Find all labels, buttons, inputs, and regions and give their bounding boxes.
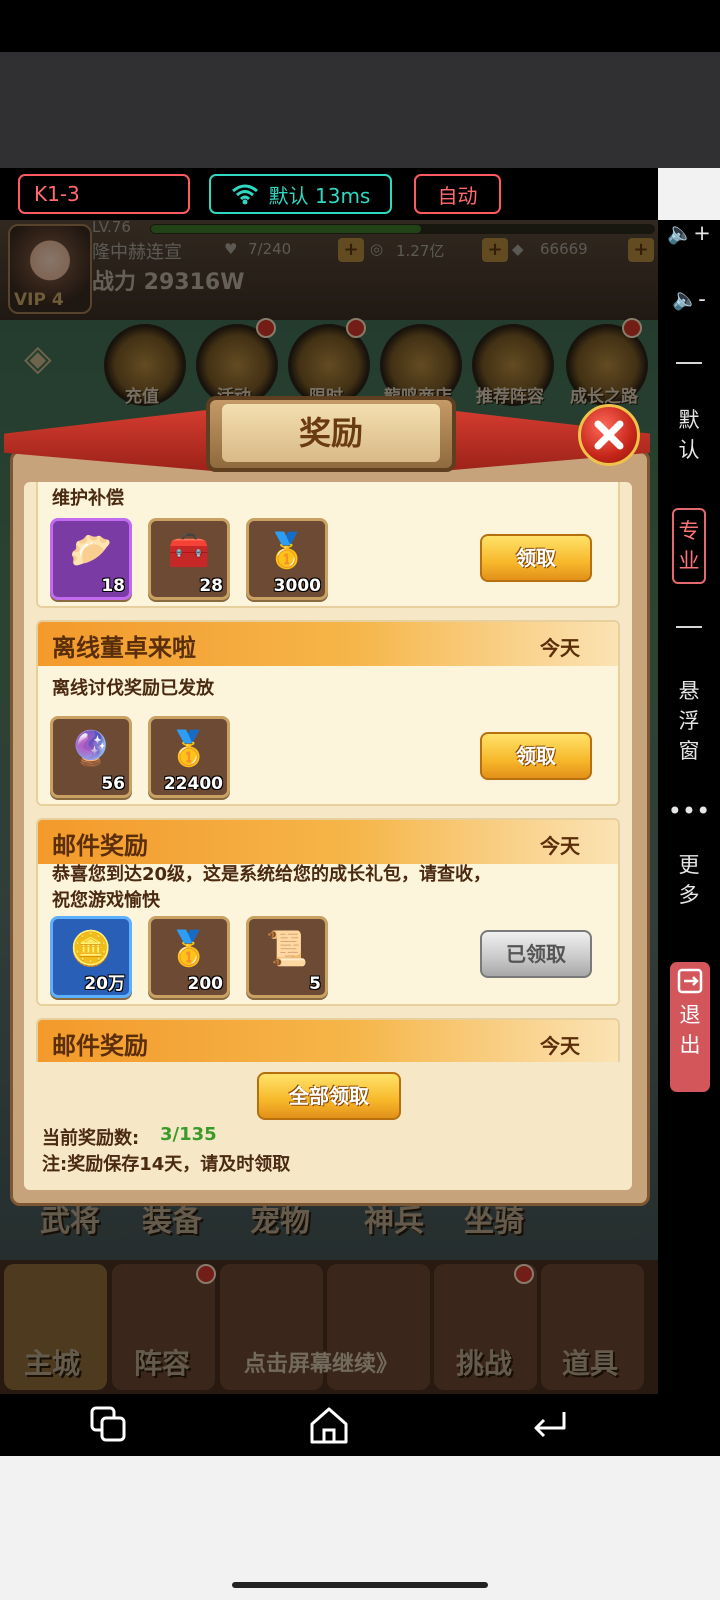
home-icon[interactable] xyxy=(306,1402,352,1448)
reward-item[interactable]: 📜 5 xyxy=(246,916,328,998)
auto-button[interactable]: 自动 xyxy=(414,174,501,214)
reward-count-label: 当前奖励数: xyxy=(42,1128,140,1149)
exit-button[interactable]: 退出 xyxy=(670,962,710,1092)
network-pill[interactable]: 默认 13ms xyxy=(209,174,392,214)
claim-all-button[interactable]: 全部领取 xyxy=(257,1072,401,1120)
level-label: K1-3 xyxy=(34,182,80,206)
bottom-letterbox xyxy=(0,1456,720,1600)
reward-qty: 20万 xyxy=(84,974,125,994)
reward-item[interactable]: 🥇 22400 xyxy=(148,716,230,798)
pro-quality-label: 专业 xyxy=(678,519,700,573)
mail-title: 邮件奖励 xyxy=(52,832,148,860)
pro-quality-button[interactable]: 专业 xyxy=(672,508,706,584)
side-divider xyxy=(676,626,702,628)
volume-down-icon[interactable]: 🔈- xyxy=(658,284,720,314)
reward-item[interactable]: 🥇 3000 xyxy=(246,518,328,600)
mail-date: 今天 xyxy=(540,636,580,660)
dialog-title: 奖励 xyxy=(298,414,363,452)
reward-qty: 56 xyxy=(101,774,125,794)
mail-list[interactable]: 维护补偿 🥟 18 🧰 28 🥇 3000 领取 离线董卓来啦 今天 离线讨伐奖… xyxy=(36,482,621,1062)
purple-orb-icon: 🔮 xyxy=(69,729,113,769)
reward-item[interactable]: 🧰 28 xyxy=(148,518,230,600)
gold-ingot-icon: 🥇 xyxy=(167,929,211,969)
reward-qty: 5 xyxy=(309,974,321,994)
mail-card: 离线董卓来啦 今天 离线讨伐奖励已发放 🔮 56 🥇 22400 领取 xyxy=(36,620,620,806)
reward-item[interactable]: 🥇 200 xyxy=(148,916,230,998)
more-button[interactable]: 更多 xyxy=(658,850,720,910)
claim-button[interactable]: 领取 xyxy=(480,534,592,582)
exit-label: 退出 xyxy=(679,1003,701,1057)
back-icon[interactable] xyxy=(526,1402,572,1448)
reward-item[interactable]: 🪙 20万 xyxy=(50,916,132,998)
treasure-chest-icon: 🧰 xyxy=(167,531,211,571)
floating-window-button[interactable]: 悬浮窗 xyxy=(658,676,720,766)
mail-date: 今天 xyxy=(540,1034,580,1058)
network-label: 默认 13ms xyxy=(268,183,371,208)
level-pill[interactable]: K1-3 xyxy=(18,174,190,214)
mail-desc: 维护补偿 xyxy=(52,488,124,509)
reward-item[interactable]: 🥟 18 xyxy=(50,518,132,600)
side-divider xyxy=(676,362,702,364)
volume-up-icon[interactable]: 🔈+ xyxy=(658,218,720,248)
copper-coin-icon: 🪙 xyxy=(69,929,113,969)
mail-title: 邮件奖励 xyxy=(52,1032,148,1060)
more-dots-icon[interactable]: ••• xyxy=(658,796,720,826)
mail-card: 维护补偿 🥟 18 🧰 28 🥇 3000 领取 xyxy=(36,482,620,608)
reward-qty: 28 xyxy=(199,576,223,596)
mail-card: 邮件奖励 今天 xyxy=(36,1018,620,1062)
reward-qty: 200 xyxy=(187,974,224,994)
claimed-button[interactable]: 已领取 xyxy=(480,930,592,978)
mail-desc: 离线讨伐奖励已发放 xyxy=(52,678,214,699)
reward-qty: 22400 xyxy=(163,774,223,794)
mail-desc: 恭喜您到达20级，这是系统给您的成长礼包，请查收， 祝您游戏愉快 xyxy=(52,864,492,911)
reward-qty: 18 xyxy=(101,576,125,596)
status-bar xyxy=(0,0,720,52)
exit-icon xyxy=(677,968,703,994)
steamed-bun-icon: 🥟 xyxy=(69,531,113,571)
gold-ingot-icon: 🥇 xyxy=(167,729,211,769)
mail-title: 离线董卓来啦 xyxy=(52,634,196,662)
default-quality-label: 默认 xyxy=(678,408,700,462)
more-label: 更多 xyxy=(678,853,700,907)
mail-date: 今天 xyxy=(540,834,580,858)
reward-qty: 3000 xyxy=(273,576,321,596)
gold-ingot-icon: 🥇 xyxy=(265,531,309,571)
reward-count-value: 3/135 xyxy=(160,1124,217,1145)
close-button[interactable] xyxy=(578,404,640,466)
auto-label: 自动 xyxy=(437,183,478,208)
mail-card: 邮件奖励 今天 恭喜您到达20级，这是系统给您的成长礼包，请查收， 祝您游戏愉快… xyxy=(36,818,620,1006)
claim-button[interactable]: 领取 xyxy=(480,732,592,780)
scroll-map-icon: 📜 xyxy=(265,929,309,969)
close-icon xyxy=(594,420,624,450)
top-letterbox xyxy=(0,52,720,168)
home-indicator[interactable] xyxy=(232,1582,488,1588)
floating-window-label: 悬浮窗 xyxy=(678,679,700,763)
wifi-icon xyxy=(231,184,258,205)
recents-icon[interactable] xyxy=(86,1402,132,1448)
retention-note: 注:奖励保存14天，请及时领取 xyxy=(42,1154,291,1175)
default-quality-button[interactable]: 默认 xyxy=(658,405,720,465)
reward-item[interactable]: 🔮 56 xyxy=(50,716,132,798)
